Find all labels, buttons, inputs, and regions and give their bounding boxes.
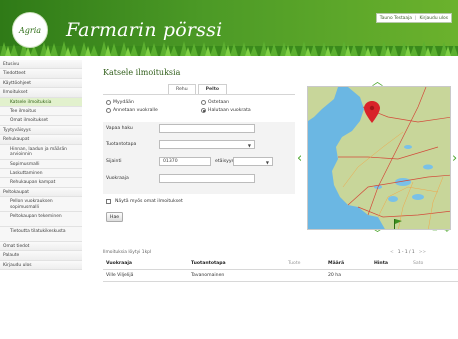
- sidebar-item-omat-ilmoitukset[interactable]: Omat ilmoitukset: [0, 116, 82, 126]
- col-tuotantotapa[interactable]: Tuotantotapa: [191, 261, 226, 266]
- sidebar-item-tietoutta-tilatukikeskusta[interactable]: Tietoutta tilatukikeskusta: [0, 227, 82, 243]
- results-table: Vuokraaja Tuotantotapa Tuote Määrä Hinta…: [103, 258, 458, 282]
- show-own-checkbox[interactable]: [106, 199, 111, 204]
- search-form: Myydään Ostetaan Annetaan vuokralle Halu…: [103, 94, 295, 222]
- sidebar-item-rehukaupat[interactable]: Rehukaupat: [0, 135, 82, 145]
- free-text-label: Vapaa haku: [106, 126, 133, 131]
- sidebar-item-tiedotteet[interactable]: Tiedotteet: [0, 69, 82, 79]
- sidebar-item-tee-ilmoitus[interactable]: Tee ilmoitus: [0, 106, 82, 117]
- pager-last[interactable]: >>: [419, 250, 426, 255]
- map-view[interactable]: [307, 86, 451, 230]
- col-maara[interactable]: Määrä: [328, 261, 344, 266]
- sidebar-item-kayttoohjeet[interactable]: Käyttöohjeet: [0, 78, 82, 89]
- logo-text: Agria: [18, 25, 42, 35]
- sidebar-item-sopimusmalli[interactable]: Sopimusmalli: [0, 159, 82, 169]
- col-sato[interactable]: Sato: [413, 261, 423, 266]
- sidebar-item-peltokaupan-tekeminen[interactable]: Peltokaupan tekeminen: [0, 212, 82, 228]
- col-tuote[interactable]: Tuote: [288, 261, 300, 266]
- agria-logo[interactable]: Agria: [12, 12, 48, 48]
- radio-button[interactable]: [106, 100, 111, 105]
- sidebar-nav: Etusivu Tiedotteet Käyttöohjeet Ilmoitukset…: [0, 60, 82, 339]
- sidebar-item-kirjaudu-ulos[interactable]: Kirjaudu ulos: [0, 260, 82, 271]
- radio-label: Halutaan vuokrata: [208, 108, 251, 113]
- page-title: Katsele ilmoituksia: [103, 68, 181, 77]
- product-label: Tuotantotapa: [106, 142, 137, 147]
- main-content: Katsele ilmoituksia Rehu Pelto Myydään O…: [100, 60, 458, 339]
- chevron-down-icon: ▼: [265, 160, 269, 165]
- pager-prev[interactable]: <: [390, 250, 394, 255]
- sidebar-item-peltokaupat[interactable]: Peltokaupat: [0, 187, 82, 198]
- col-vuokraaja[interactable]: Vuokraaja: [106, 261, 132, 266]
- product-select[interactable]: ▼: [159, 140, 255, 149]
- col-hinta[interactable]: Hinta: [374, 261, 388, 266]
- sidebar-item-tyytyvaisyys[interactable]: Tyytyväisyys: [0, 125, 82, 136]
- sidebar-item-hinnan-laadun-ja-maaran-arvioinnin[interactable]: Hinnan, laadun ja määrän arvioinnin: [0, 144, 82, 160]
- show-own-label: Näytä myös omat ilmoitukset: [115, 199, 183, 204]
- finland-map-graphic: [308, 87, 450, 229]
- sidebar-item-omat-tiedot[interactable]: Omat tiedot: [0, 242, 82, 252]
- radio-button[interactable]: [201, 108, 206, 113]
- radio-label: Ostetaan: [208, 100, 229, 105]
- results-count: Ilmoituksia löytyi 1kpl: [103, 250, 152, 255]
- radio-label: Annetaan vuokralle: [113, 108, 158, 113]
- site-title: Farmarin pörssi: [66, 19, 223, 41]
- location-input[interactable]: 01370: [159, 157, 211, 166]
- user-name-link[interactable]: Tauno Testaaja: [380, 16, 412, 21]
- map-pan-left-icon[interactable]: ‹: [297, 152, 302, 165]
- table-row[interactable]: Ville Viljelijä Tavanomainen 20 ha: [103, 270, 458, 282]
- cell-maara: 20 ha: [328, 273, 342, 278]
- chevron-down-icon: ▼: [247, 143, 251, 148]
- rent-input[interactable]: [159, 174, 255, 183]
- tab-pelto[interactable]: Pelto: [197, 84, 228, 94]
- map-pan-right-icon[interactable]: ›: [452, 152, 457, 165]
- cell-vuokraaja[interactable]: Ville Viljelijä: [106, 273, 134, 278]
- user-bar-separator: |: [414, 15, 417, 21]
- pager: < 1 - 1 / 1 >>: [390, 250, 426, 255]
- sidebar-item-ilmoitukset[interactable]: Ilmoitukset: [0, 88, 82, 98]
- radio-annetaan-vuokralle[interactable]: Annetaan vuokralle: [106, 108, 158, 113]
- header-logout-link[interactable]: Kirjaudu ulos: [419, 16, 448, 21]
- distance-select[interactable]: ▼: [233, 157, 273, 166]
- category-tabs: Rehu Pelto: [168, 84, 229, 94]
- results-header-row: Vuokraaja Tuotantotapa Tuote Määrä Hinta…: [103, 258, 458, 270]
- sidebar-item-katsele-ilmoituksia[interactable]: Katsele ilmoituksia: [0, 97, 82, 107]
- header-banner: Agria Farmarin pörssi Tauno Testaaja | K…: [0, 0, 458, 56]
- sidebar-item-pellon-vuokrauksen-sopimusmalli[interactable]: Pellon vuokrauksen sopimusmalli: [0, 197, 82, 213]
- search-button[interactable]: Hae: [106, 212, 124, 222]
- rent-label: Vuokraaja: [106, 176, 129, 181]
- sidebar-item-laskuttaminen[interactable]: Laskuttaminen: [0, 168, 82, 179]
- sidebar-item-etusivu[interactable]: Etusivu: [0, 60, 82, 70]
- radio-ostetaan[interactable]: Ostetaan: [201, 100, 229, 105]
- location-label: Sijainti: [106, 159, 122, 164]
- tab-rehu[interactable]: Rehu: [168, 84, 196, 94]
- radio-label: Myydään: [113, 100, 134, 105]
- pager-current: 1 - 1 / 1: [397, 250, 415, 255]
- radio-button[interactable]: [201, 100, 206, 105]
- sidebar-item-rehukaupan-kampat[interactable]: Rehukaupan kampat: [0, 178, 82, 188]
- radio-myydaan[interactable]: Myydään: [106, 100, 134, 105]
- radio-halutaan-vuokrata[interactable]: Halutaan vuokrata: [201, 108, 251, 113]
- cell-tuotantotapa: Tavanomainen: [191, 273, 225, 278]
- sidebar-item-palaute[interactable]: Palaute: [0, 251, 82, 261]
- distance-label: etäisyys: [215, 159, 234, 164]
- radio-button[interactable]: [106, 108, 111, 113]
- user-bar: Tauno Testaaja | Kirjaudu ulos: [375, 13, 452, 23]
- free-text-input[interactable]: [159, 124, 255, 133]
- grass-decoration: [0, 41, 458, 56]
